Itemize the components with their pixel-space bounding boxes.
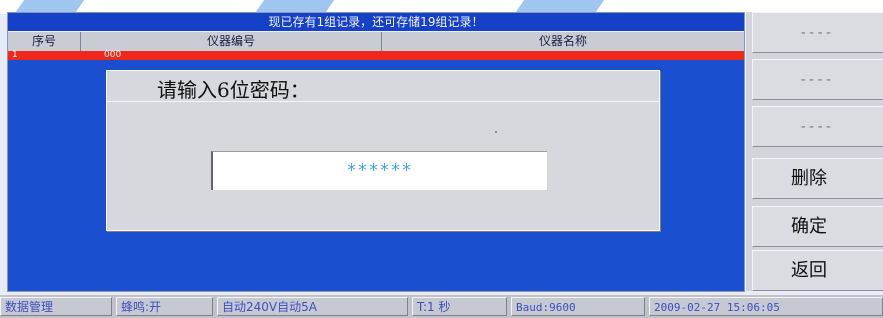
status-interval: T:1 秒 [412,297,507,316]
status-range: 自动240V自动5A [217,297,408,316]
password-prompt: 请输入6位密码： [157,78,310,102]
side-button-panel: ---- ---- ---- 删除 确定 返回 [746,12,883,291]
dialog-speck [495,131,497,133]
status-bar: 数据管理 蜂鸣:开 自动240V自动5A T:1 秒 Baud:9600 200… [0,294,883,318]
password-mask: ****** [347,160,413,181]
password-dialog: 请输入6位密码： ****** [106,70,660,231]
watermark-stripe [515,0,605,12]
table-header: 序号 仪器编号 仪器名称 [8,31,744,52]
col-header-code: 仪器编号 [206,34,255,48]
watermark-stripe [255,0,335,12]
status-datetime: 2009-02-27 15:06:05 [649,297,883,316]
row-code: 000 [104,50,122,60]
table-row-selected[interactable]: 1 000 [8,51,744,60]
status-baud: Baud:9600 [511,297,645,316]
confirm-button[interactable]: 确定 [752,206,883,247]
col-header-name: 仪器名称 [538,34,587,48]
softkey-2-button[interactable]: ---- [752,59,883,100]
dialog-divider [107,101,659,102]
col-header-index: 序号 [31,34,56,48]
status-mode: 数据管理 [0,297,112,316]
back-button[interactable]: 返回 [752,250,883,291]
status-buzzer: 蜂鸣:开 [116,297,213,316]
watermark-stripe [15,0,85,12]
row-index: 1 [12,50,18,60]
record-screen: 现已存有1组记录，还可存储19组记录！ 序号 仪器编号 仪器名称 1 000 请… [7,12,745,292]
softkey-3-button[interactable]: ---- [752,106,883,147]
password-input[interactable]: ****** [211,151,547,190]
record-count-banner: 现已存有1组记录，还可存储19组记录！ [8,13,744,31]
softkey-1-button[interactable]: ---- [752,12,883,53]
delete-button[interactable]: 删除 [752,158,883,199]
